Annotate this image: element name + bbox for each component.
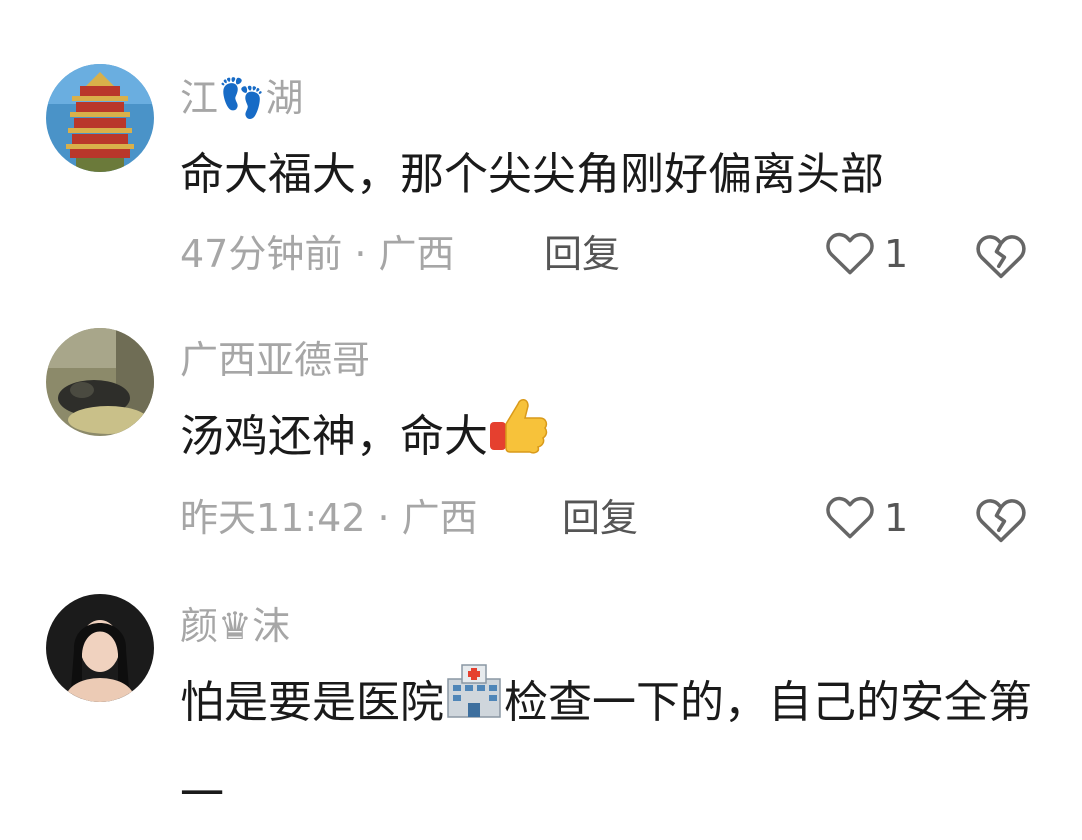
comment-text: 汤鸡还神，命大 <box>180 392 1040 485</box>
avatar[interactable] <box>46 64 154 172</box>
separator: · <box>377 496 390 540</box>
location: 广西 <box>401 496 478 540</box>
timestamp: 47分钟前 <box>180 232 343 276</box>
like-button[interactable]: 1 <box>824 226 908 282</box>
avatar[interactable] <box>46 328 154 436</box>
timestamp: 昨天11:42 <box>180 496 366 540</box>
reply-button[interactable]: 回复 <box>544 230 620 278</box>
username[interactable]: 江👣湖 <box>180 74 303 122</box>
hospital-emoji-icon <box>444 660 504 750</box>
username[interactable]: 颜♛沫 <box>180 602 290 650</box>
heart-outline-icon <box>824 492 876 544</box>
comment-text: 命大福大，那个尖尖角刚好偏离头部 <box>180 149 884 200</box>
like-count: 1 <box>884 232 909 276</box>
thumbs-up-emoji-icon <box>488 394 548 485</box>
separator: · <box>354 232 367 276</box>
like-count: 1 <box>884 496 909 540</box>
comment-meta: 昨天11:42 · 广西 <box>180 494 478 542</box>
avatar[interactable] <box>46 594 154 702</box>
reply-button[interactable]: 回复 <box>562 494 638 542</box>
dislike-button[interactable] <box>974 230 1028 280</box>
comment-text-content: 汤鸡还神，命大 <box>180 411 488 462</box>
dislike-button[interactable] <box>974 494 1028 544</box>
username[interactable]: 广西亚德哥 <box>180 336 370 384</box>
comment-text-content: 怕是要是医院 <box>180 677 444 728</box>
heart-outline-icon <box>824 228 876 280</box>
broken-heart-icon <box>974 499 1028 548</box>
location: 广西 <box>378 232 455 276</box>
comment-meta: 47分钟前 · 广西 <box>180 230 454 278</box>
broken-heart-icon <box>974 235 1028 284</box>
comment-text: 怕是要是医院 检查一下的，自己的安全第一 <box>180 658 1040 840</box>
like-button[interactable]: 1 <box>824 490 908 546</box>
